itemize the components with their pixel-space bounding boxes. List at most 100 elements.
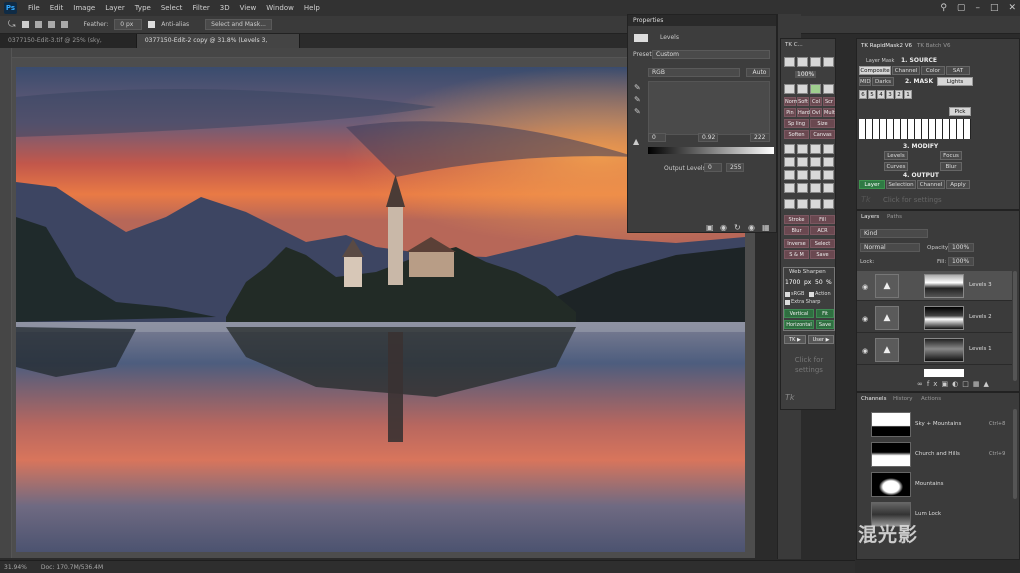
mask-num-6[interactable]: 6 [859, 90, 867, 99]
tab-paths[interactable]: Paths [887, 214, 902, 220]
layer-mask-thumbnail[interactable] [924, 274, 964, 298]
tk-button-fill[interactable]: Fill [810, 215, 835, 224]
select-and-mask-button[interactable]: Select and Mask... [205, 19, 272, 30]
layer-bottom-thumbnail[interactable] [924, 369, 964, 377]
menu-help[interactable]: Help [299, 0, 325, 16]
tk-tool-icon-18[interactable] [797, 170, 808, 180]
tab-history[interactable]: History [893, 396, 913, 402]
tk-button-stroke[interactable]: Stroke [784, 215, 809, 224]
workspace-icon[interactable]: ▢ [957, 0, 966, 16]
horizontal-button[interactable]: Horizontal [784, 320, 814, 329]
tk-tool-icon-2[interactable] [797, 57, 808, 67]
tk-tool-icon-27[interactable] [810, 199, 821, 209]
channels-scrollbar[interactable] [1013, 409, 1017, 499]
tk-tool-icon-28[interactable] [823, 199, 834, 209]
ws-save-button[interactable]: Save [816, 320, 834, 329]
layer-row[interactable]: ◉ ▲ Levels 2 [857, 303, 1012, 333]
tk-tool-icon-14[interactable] [797, 157, 808, 167]
tk-tool-icon-3[interactable] [810, 57, 821, 67]
mask-num-5[interactable]: 5 [868, 90, 876, 99]
menu-file[interactable]: File [23, 0, 45, 16]
tk-button-scr[interactable]: Scr [823, 97, 835, 106]
tk-tool-icon-9[interactable] [784, 144, 795, 154]
tk-menu-button[interactable]: TK ▶ [784, 335, 806, 344]
modify-blur[interactable]: Blur [940, 162, 962, 171]
user-menu-button[interactable]: User ▶ [808, 335, 834, 344]
menu-select[interactable]: Select [156, 0, 188, 16]
tk-button-hard[interactable]: Hard [797, 108, 810, 117]
opacity-field[interactable]: 100% [948, 243, 974, 252]
eyedropper-black-icon[interactable]: ✎ [634, 83, 641, 92]
extra-sharp-checkbox[interactable] [785, 300, 790, 305]
eye-icon[interactable]: ◉ [862, 283, 868, 291]
tk-tool-icon-7[interactable] [810, 84, 821, 94]
trash-icon[interactable]: ▦ [762, 223, 770, 232]
tk-button-acr[interactable]: ACR [810, 226, 835, 235]
antialias-checkbox[interactable] [148, 21, 156, 28]
tab-document-1[interactable]: 0377150-Edit-3.tif @ 25% (sky, RGB/16*) … [0, 34, 137, 58]
subtract-selection-icon[interactable] [47, 21, 55, 28]
source-channel[interactable]: Channel [892, 66, 920, 75]
tk-tool-icon-5[interactable] [784, 84, 795, 94]
fx-icon[interactable]: fx [927, 380, 942, 388]
source-color[interactable]: Color [921, 66, 945, 75]
web-sharpen-size[interactable]: 1700 [785, 279, 800, 286]
tk-button-soften[interactable]: Soften [784, 130, 809, 139]
input-gamma-field[interactable]: 0.92 [698, 133, 718, 142]
eyedropper-gray-icon[interactable]: ✎ [634, 95, 641, 104]
tk-tool-icon-21[interactable] [784, 183, 795, 193]
maximize-icon[interactable]: □ [990, 0, 999, 16]
clip-to-layer-icon[interactable]: ▣ [706, 223, 714, 232]
mask-num-2[interactable]: 2 [895, 90, 903, 99]
tk-button-size[interactable]: Size [810, 119, 835, 128]
tab-batch[interactable]: TK Batch V6 [917, 43, 951, 49]
tk-tool-icon-10[interactable] [797, 144, 808, 154]
menu-edit[interactable]: Edit [45, 0, 69, 16]
tk-button-pin[interactable]: Pin [784, 108, 796, 117]
output-white-field[interactable]: 255 [726, 163, 744, 172]
output-apply[interactable]: Apply [946, 180, 970, 189]
link-icon[interactable]: ∞ [917, 380, 927, 388]
tk-tool-icon-25[interactable] [784, 199, 795, 209]
mask-num-1[interactable]: 1 [904, 90, 912, 99]
mask-num-4[interactable]: 4 [877, 90, 885, 99]
modify-focus[interactable]: Focus [940, 151, 962, 160]
modify-levels[interactable]: Levels [884, 151, 908, 160]
output-gradient[interactable] [648, 147, 774, 154]
tk-button-sampling[interactable]: Sp ling [784, 119, 809, 128]
channel-row[interactable]: Sky + Mountains Ctrl+8 [857, 409, 1012, 439]
channel-dropdown[interactable]: RGB [648, 68, 740, 77]
tk-tool-icon-11[interactable] [810, 144, 821, 154]
tk-zoom-label[interactable]: 100% [795, 71, 817, 78]
modify-curves[interactable]: Curves [884, 162, 908, 171]
auto-button[interactable]: Auto [746, 68, 770, 77]
menu-view[interactable]: View [235, 0, 262, 16]
add-selection-icon[interactable] [34, 21, 42, 28]
tk-tool-icon-1[interactable] [784, 57, 795, 67]
search-icon[interactable]: ⚲ [940, 0, 947, 16]
tab-actions[interactable]: Actions [921, 396, 941, 402]
tab-layers[interactable]: Layers [861, 214, 879, 220]
mask-darks[interactable]: Darks [872, 77, 894, 86]
input-white-field[interactable]: 222 [750, 133, 770, 142]
channel-row[interactable]: Church and Hills Ctrl+9 [857, 439, 1012, 469]
intersect-selection-icon[interactable] [60, 21, 68, 28]
menu-window[interactable]: Window [261, 0, 299, 16]
adjustment-icon[interactable]: ◐ [952, 380, 962, 388]
tk-tool-icon-22[interactable] [797, 183, 808, 193]
tk-button-select-mask[interactable]: S & M [784, 250, 809, 259]
tk-click-for-settings[interactable]: Click for settings [787, 355, 831, 375]
tab-rapidmask[interactable]: TK RapidMask2 V6 [861, 43, 912, 49]
mask-pick[interactable]: Pick [949, 107, 971, 116]
layers-scrollbar[interactable] [1013, 271, 1017, 381]
preset-dropdown[interactable]: Custom [652, 50, 770, 59]
eyedropper-white-icon[interactable]: ✎ [634, 107, 641, 116]
minimize-icon[interactable]: – [975, 0, 980, 16]
menu-type[interactable]: Type [130, 0, 156, 16]
blend-mode-dropdown[interactable]: Normal [860, 243, 920, 252]
menu-image[interactable]: Image [68, 0, 100, 16]
tk-tool-icon-19[interactable] [810, 170, 821, 180]
reset-icon[interactable]: ↻ [734, 223, 741, 232]
layer-mask-thumbnail[interactable] [924, 306, 964, 330]
group-icon[interactable]: □ [962, 380, 973, 388]
